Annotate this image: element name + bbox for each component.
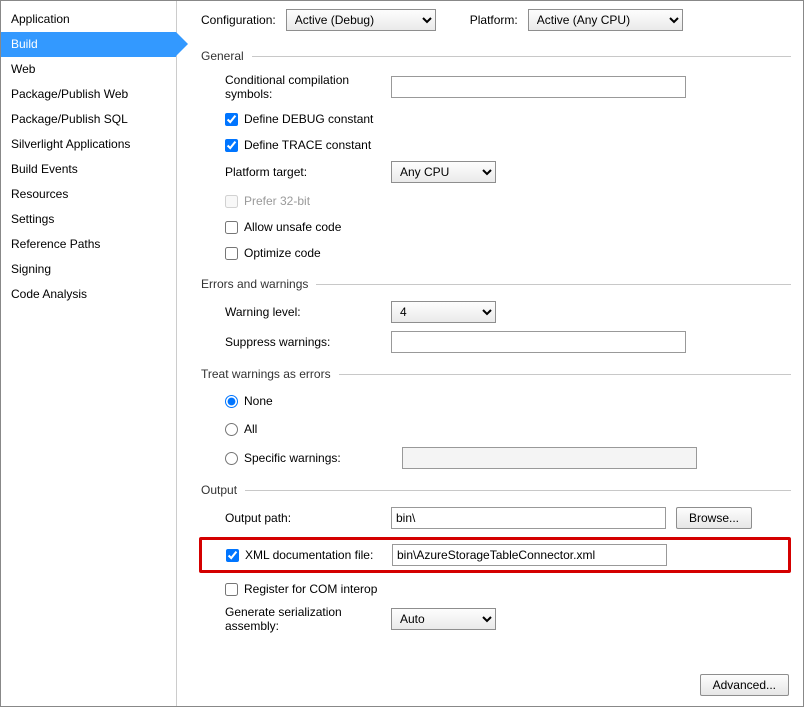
- sidebar-item-label: Reference Paths: [11, 237, 100, 251]
- sidebar-item-application[interactable]: Application: [1, 7, 176, 32]
- advanced-button[interactable]: Advanced...: [700, 674, 789, 696]
- output-path-label: Output path:: [201, 511, 391, 525]
- treat-all-label: All: [244, 422, 257, 436]
- treat-specific-label: Specific warnings:: [244, 451, 396, 465]
- sidebar-item-label: Web: [11, 62, 35, 76]
- divider: [316, 284, 791, 285]
- divider: [252, 56, 791, 57]
- platform-label: Platform:: [470, 13, 518, 27]
- sidebar-item-package-publish-sql[interactable]: Package/Publish SQL: [1, 107, 176, 132]
- treat-none-radio[interactable]: [225, 395, 238, 408]
- section-errors-title: Errors and warnings: [201, 277, 308, 291]
- define-trace-checkbox[interactable]: [225, 139, 238, 152]
- sidebar-item-label: Build: [11, 37, 38, 51]
- sidebar-item-label: Resources: [11, 187, 68, 201]
- prefer-32bit-checkbox: [225, 195, 238, 208]
- suppress-warnings-input[interactable]: [391, 331, 686, 353]
- register-com-checkbox[interactable]: [225, 583, 238, 596]
- define-debug-label: Define DEBUG constant: [244, 112, 373, 126]
- allow-unsafe-label: Allow unsafe code: [244, 220, 341, 234]
- sidebar-item-label: Application: [11, 12, 70, 26]
- sidebar-item-label: Code Analysis: [11, 287, 87, 301]
- main-panel: Configuration: Active (Debug) Platform: …: [177, 1, 803, 706]
- sidebar-item-settings[interactable]: Settings: [1, 207, 176, 232]
- section-general-title: General: [201, 49, 244, 63]
- optimize-label: Optimize code: [244, 246, 321, 260]
- platform-select[interactable]: Active (Any CPU): [528, 9, 683, 31]
- suppress-warnings-label: Suppress warnings:: [201, 335, 391, 349]
- treat-none-label: None: [244, 394, 273, 408]
- sidebar-item-code-analysis[interactable]: Code Analysis: [1, 282, 176, 307]
- sidebar-item-label: Signing: [11, 262, 51, 276]
- sidebar-item-label: Build Events: [11, 162, 78, 176]
- section-treat-title: Treat warnings as errors: [201, 367, 331, 381]
- warning-level-label: Warning level:: [201, 305, 391, 319]
- section-output-title: Output: [201, 483, 237, 497]
- treat-specific-radio[interactable]: [225, 452, 238, 465]
- cond-symbols-label: Conditional compilation symbols:: [201, 73, 391, 101]
- define-trace-label: Define TRACE constant: [244, 138, 371, 152]
- sidebar-item-build[interactable]: Build: [1, 32, 176, 57]
- configuration-select[interactable]: Active (Debug): [286, 9, 436, 31]
- define-debug-checkbox[interactable]: [225, 113, 238, 126]
- sidebar-item-label: Package/Publish Web: [11, 87, 128, 101]
- platform-target-select[interactable]: Any CPU: [391, 161, 496, 183]
- sidebar: Application Build Web Package/Publish We…: [1, 1, 177, 706]
- warning-level-select[interactable]: 4: [391, 301, 496, 323]
- xml-doc-label: XML documentation file:: [245, 548, 373, 562]
- output-path-input[interactable]: [391, 507, 666, 529]
- cond-symbols-input[interactable]: [391, 76, 686, 98]
- divider: [245, 490, 791, 491]
- register-com-label: Register for COM interop: [244, 582, 377, 596]
- configuration-label: Configuration:: [201, 13, 276, 27]
- sidebar-item-resources[interactable]: Resources: [1, 182, 176, 207]
- optimize-checkbox[interactable]: [225, 247, 238, 260]
- xml-doc-checkbox[interactable]: [226, 549, 239, 562]
- platform-target-label: Platform target:: [201, 165, 391, 179]
- xml-doc-input[interactable]: [392, 544, 667, 566]
- sidebar-item-reference-paths[interactable]: Reference Paths: [1, 232, 176, 257]
- sidebar-item-silverlight[interactable]: Silverlight Applications: [1, 132, 176, 157]
- sidebar-item-label: Package/Publish SQL: [11, 112, 128, 126]
- treat-specific-input: [402, 447, 697, 469]
- gen-serialization-label: Generate serialization assembly:: [201, 605, 391, 633]
- sidebar-item-package-publish-web[interactable]: Package/Publish Web: [1, 82, 176, 107]
- browse-button[interactable]: Browse...: [676, 507, 752, 529]
- sidebar-item-label: Settings: [11, 212, 54, 226]
- sidebar-item-label: Silverlight Applications: [11, 137, 130, 151]
- xml-doc-highlight: XML documentation file:: [199, 537, 791, 573]
- sidebar-item-signing[interactable]: Signing: [1, 257, 176, 282]
- prefer-32bit-label: Prefer 32-bit: [244, 194, 310, 208]
- gen-serialization-select[interactable]: Auto: [391, 608, 496, 630]
- sidebar-item-web[interactable]: Web: [1, 57, 176, 82]
- sidebar-item-build-events[interactable]: Build Events: [1, 157, 176, 182]
- allow-unsafe-checkbox[interactable]: [225, 221, 238, 234]
- treat-all-radio[interactable]: [225, 423, 238, 436]
- divider: [339, 374, 791, 375]
